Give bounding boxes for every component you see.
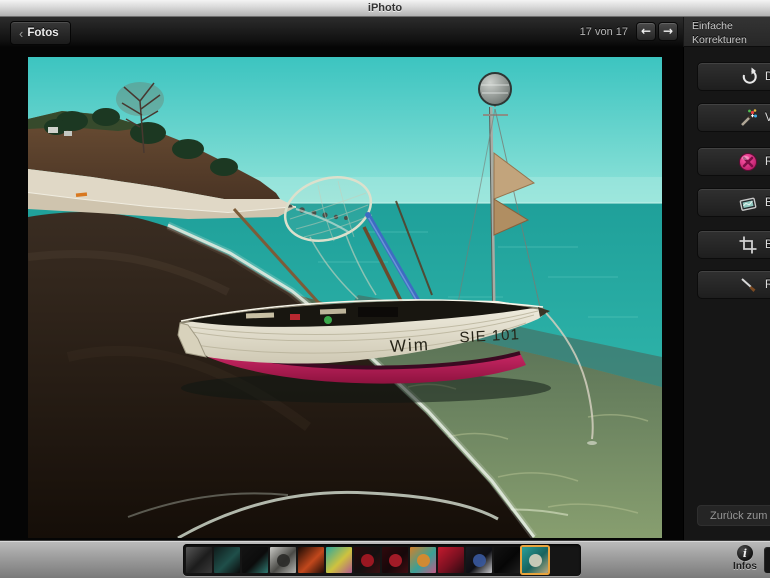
filmstrip-thumbnail[interactable] (270, 547, 296, 573)
filmstrip[interactable] (183, 544, 581, 576)
window-titlebar: iPhoto (0, 0, 770, 17)
photo-counter: 17 von 17 (579, 26, 628, 38)
thumbnail-detail-dot (276, 553, 290, 567)
filmstrip-thumbnail[interactable] (214, 547, 240, 573)
filmstrip-thumbnail[interactable] (354, 547, 380, 573)
bottom-bar: i Infos (0, 540, 770, 578)
left-arrow-icon: ← (640, 24, 652, 38)
boat-name-text: Wim (389, 335, 430, 356)
tool-label: D (765, 71, 770, 83)
thumbnail-detail-dot (528, 553, 542, 567)
red-eye-icon (738, 152, 758, 172)
thumbnail-detail-dot (416, 553, 430, 567)
photo-nav-arrows: ← → (636, 22, 678, 41)
crop-icon (738, 235, 758, 255)
beach-boat-photo: Wim SIE 101 (28, 57, 662, 538)
tool-button-enhance[interactable]: Ve (697, 103, 770, 132)
previous-photo-button[interactable]: ← (636, 22, 656, 41)
info-button[interactable]: i Infos (725, 545, 765, 572)
content-area: Wim SIE 101 D (0, 47, 770, 540)
filmstrip-thumbnail[interactable] (326, 547, 352, 573)
tool-button-crop[interactable]: B (697, 230, 770, 259)
tab-einfache-korrekturen[interactable]: Einfache Korrekturen (683, 17, 770, 47)
back-chevron-icon: ‹ (19, 25, 24, 41)
tool-button-straighten[interactable]: B (697, 188, 770, 217)
filmstrip-thumbnail[interactable] (242, 547, 268, 573)
edit-toolbar: ‹ Fotos 17 von 17 ← → (0, 17, 770, 47)
tool-label: R (765, 279, 770, 291)
edge-button-partial[interactable] (764, 547, 770, 573)
thumbnail-detail-dot (472, 553, 486, 567)
rotate-icon (738, 67, 758, 87)
tool-button-retouch[interactable]: R (697, 270, 770, 299)
tool-button-red-eye[interactable]: R (697, 147, 770, 176)
filmstrip-thumbnail[interactable] (382, 547, 408, 573)
thumbnail-detail-dot (360, 553, 374, 567)
back-button-fotos[interactable]: ‹ Fotos (10, 21, 71, 45)
photo-canvas-background: Wim SIE 101 (0, 47, 683, 540)
right-arrow-icon: → (662, 24, 674, 38)
filmstrip-thumbnail[interactable] (494, 547, 520, 573)
tool-label: B (765, 239, 770, 251)
retouch-icon (738, 275, 758, 295)
filmstrip-thumbnail[interactable] (438, 547, 464, 573)
iphoto-window: iPhoto ‹ Fotos 17 von 17 ← → Einfache Ko… (0, 0, 770, 578)
next-photo-button[interactable]: → (658, 22, 678, 41)
filmstrip-thumbnail[interactable] (410, 547, 436, 573)
info-button-label: Infos (733, 561, 757, 572)
enhance-icon (738, 108, 758, 128)
tool-label: R (765, 156, 770, 168)
back-button-label: Fotos (27, 27, 59, 39)
straighten-icon (738, 193, 758, 213)
tool-label: Ve (765, 112, 770, 124)
filmstrip-thumbnail[interactable] (298, 547, 324, 573)
info-icon: i (737, 545, 753, 561)
filmstrip-thumbnail-selected[interactable] (522, 547, 548, 573)
tool-button-rotate[interactable]: D (697, 62, 770, 91)
tool-label: B (765, 197, 770, 209)
window-title: iPhoto (367, 2, 403, 14)
quick-fixes-sidebar: D Ve (683, 47, 770, 540)
back-to-original-button[interactable]: Zurück zum (697, 505, 770, 526)
thumbnail-detail-dot (388, 553, 402, 567)
filmstrip-thumbnail[interactable] (466, 547, 492, 573)
filmstrip-thumbnail[interactable] (186, 547, 212, 573)
boat-registration-text: SIE 101 (459, 326, 520, 346)
